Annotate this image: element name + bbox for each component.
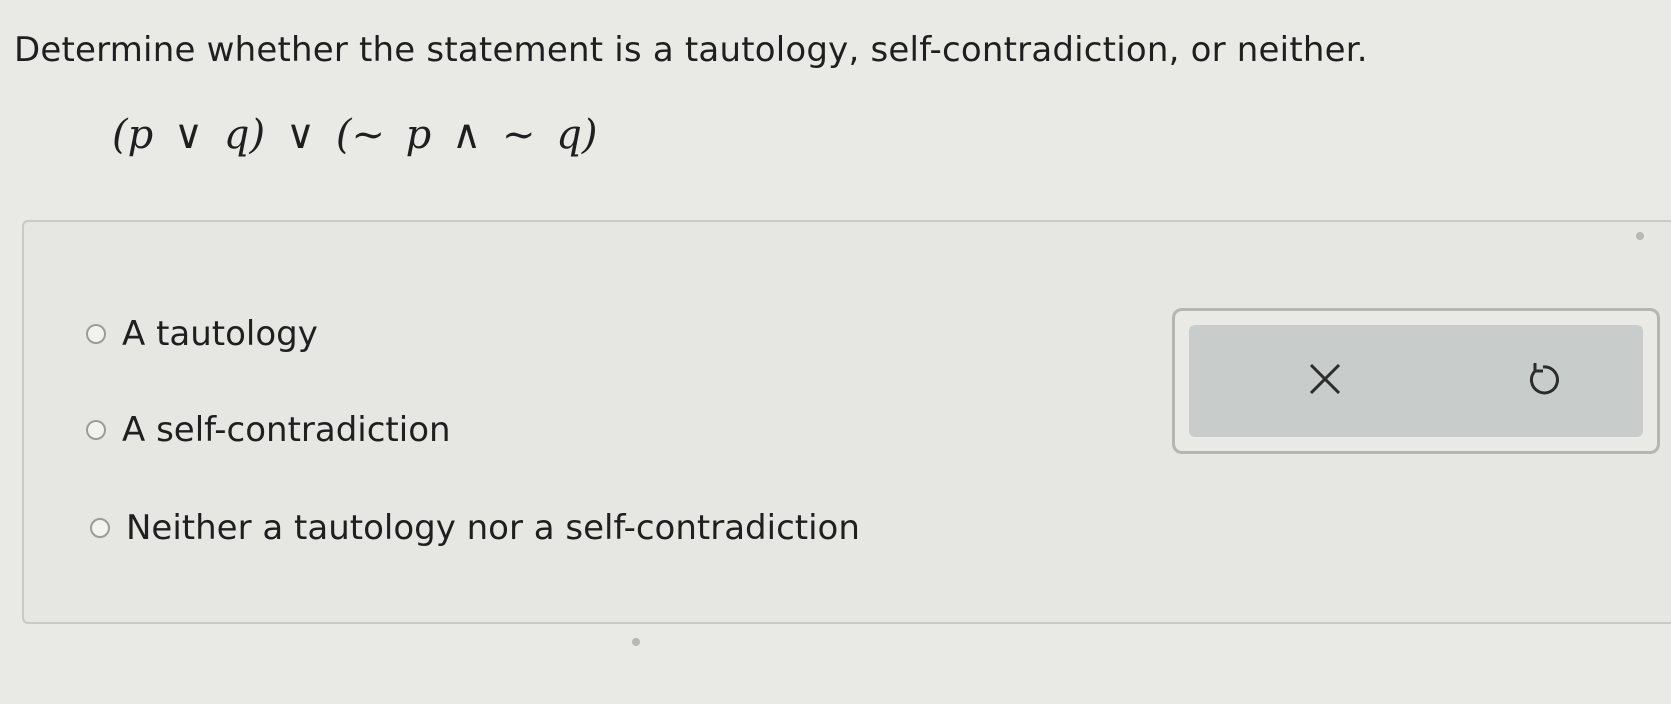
radio-button[interactable]: [90, 518, 110, 538]
clear-button[interactable]: [1289, 343, 1361, 415]
answer-tools-bar: [1189, 325, 1643, 437]
answer-tools: [1172, 308, 1660, 454]
option-self-contradiction[interactable]: A self-contradiction: [86, 410, 451, 450]
question-formula: (p ∨ q) ∨ (~ p ∧ ~ q): [112, 112, 598, 158]
radio-button[interactable]: [86, 324, 106, 344]
option-label: Neither a tautology nor a self-contradic…: [126, 508, 860, 548]
option-tautology[interactable]: A tautology: [86, 314, 318, 354]
decorative-dot: [632, 638, 640, 646]
undo-button[interactable]: [1507, 343, 1579, 415]
option-neither[interactable]: Neither a tautology nor a self-contradic…: [90, 508, 860, 548]
question-prompt: Determine whether the statement is a tau…: [14, 30, 1368, 70]
option-label: A self-contradiction: [122, 410, 451, 450]
x-icon: [1309, 363, 1341, 395]
undo-icon: [1530, 363, 1559, 395]
decorative-dot: [1636, 232, 1644, 240]
radio-button[interactable]: [86, 420, 106, 440]
option-label: A tautology: [122, 314, 318, 354]
